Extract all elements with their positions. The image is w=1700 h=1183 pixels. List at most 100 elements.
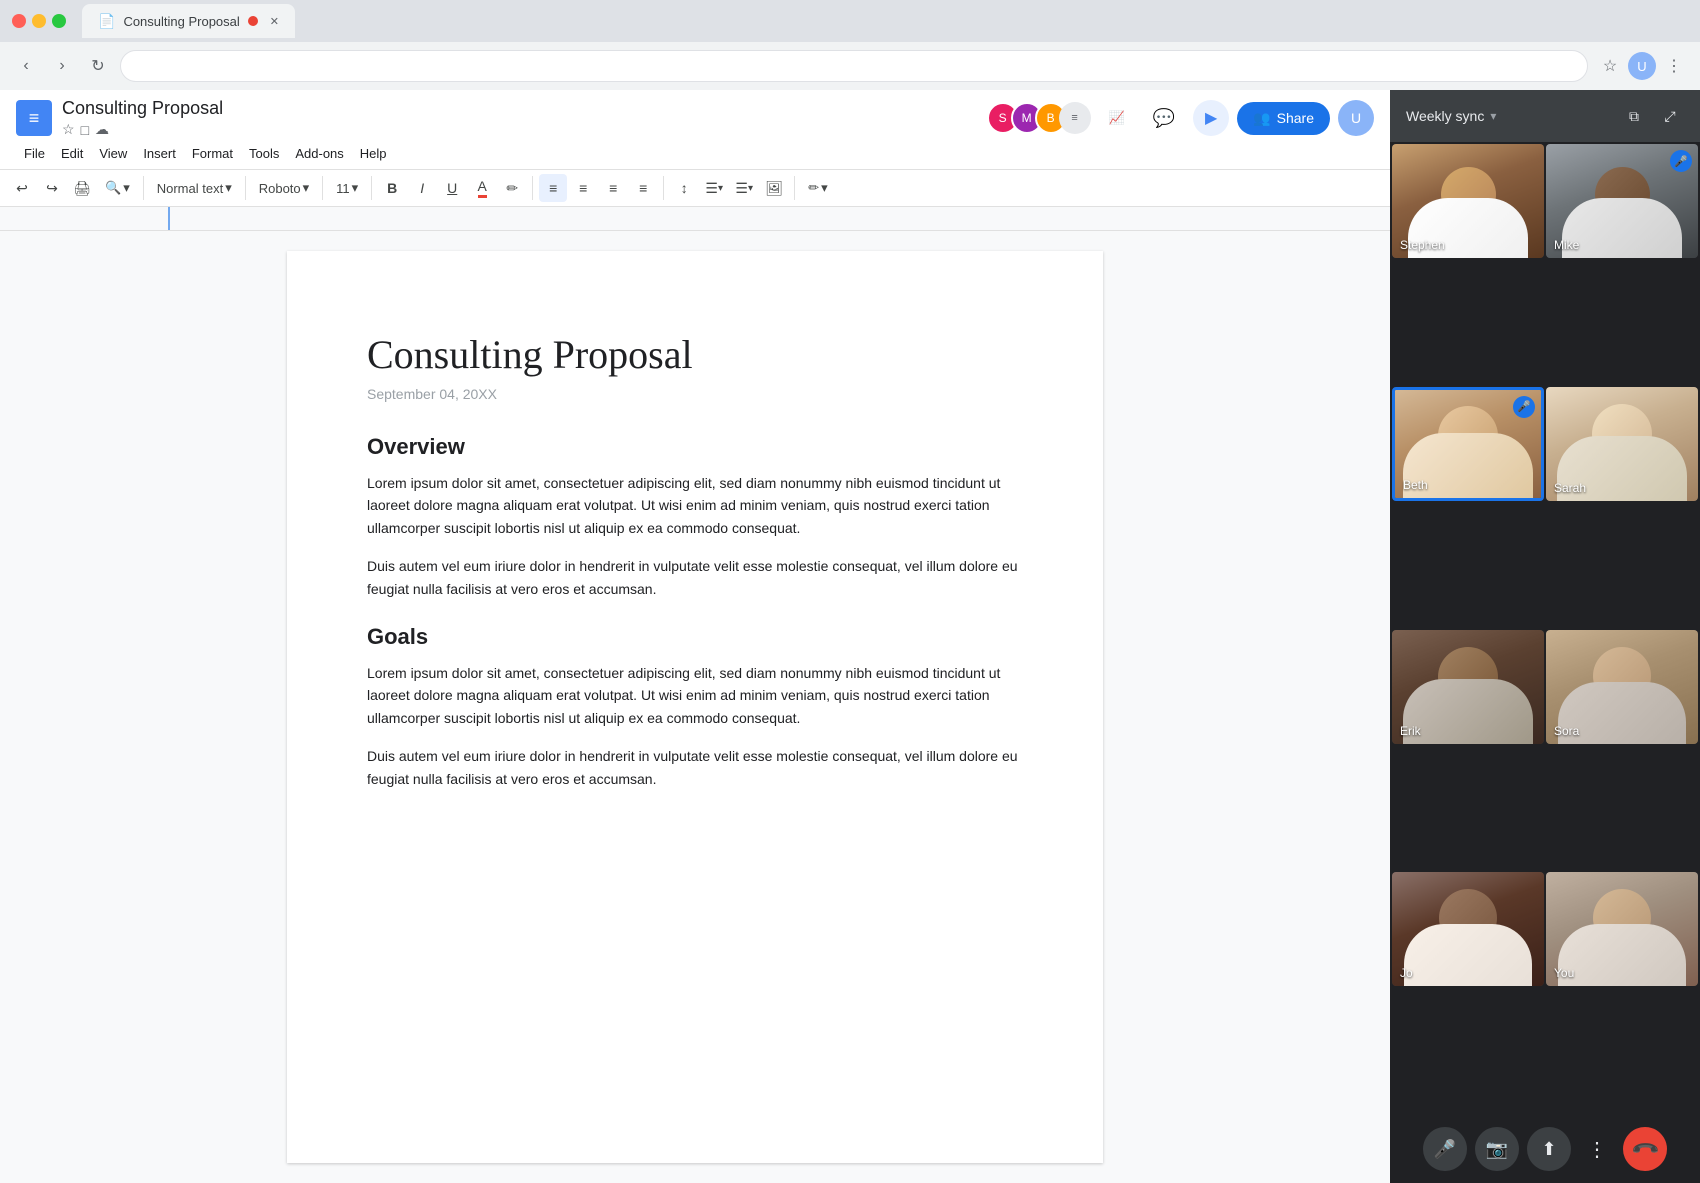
- menu-insert[interactable]: Insert: [135, 142, 184, 165]
- toolbar-separator-3: [322, 176, 323, 200]
- bullets-button[interactable]: ☰▾: [700, 174, 728, 202]
- bookmark-icon[interactable]: ☆: [1596, 52, 1624, 80]
- align-left-button[interactable]: ≡: [539, 174, 567, 202]
- menu-file[interactable]: File: [16, 142, 53, 165]
- font-dropdown[interactable]: Roboto ▾: [252, 175, 316, 201]
- menu-addons[interactable]: Add-ons: [287, 142, 351, 165]
- italic-button[interactable]: I: [408, 174, 436, 202]
- more-collaborators-button[interactable]: ≡: [1059, 102, 1091, 134]
- folder-icon[interactable]: □: [81, 122, 89, 138]
- present-button[interactable]: ⬆: [1527, 1127, 1571, 1171]
- edit-mode-arrow: ▾: [821, 180, 828, 196]
- font-size-dropdown[interactable]: 11 ▾: [329, 175, 365, 201]
- zoom-dropdown[interactable]: 🔍 ▾: [98, 175, 137, 201]
- bullets-icon: ☰: [705, 180, 718, 197]
- star-icon[interactable]: ☆: [62, 121, 75, 138]
- participant-name-sarah: Sarah: [1554, 481, 1586, 495]
- goals-paragraph-2: Duis autem vel eum iriure dolor in hendr…: [367, 745, 1023, 790]
- line-spacing-button[interactable]: ↕: [670, 174, 698, 202]
- expand-button[interactable]: ⤢: [1656, 102, 1684, 130]
- overview-section: Overview Lorem ipsum dolor sit amet, con…: [367, 434, 1023, 600]
- user-avatar-nav[interactable]: U: [1628, 52, 1656, 80]
- document-title[interactable]: Consulting Proposal: [62, 98, 223, 119]
- menu-help[interactable]: Help: [352, 142, 395, 165]
- comments-icon: 💬: [1153, 108, 1175, 129]
- camera-button[interactable]: 📷: [1475, 1127, 1519, 1171]
- video-cell-beth: Beth 🎤: [1392, 387, 1544, 501]
- meeting-name-label: Weekly sync ▾: [1406, 108, 1496, 124]
- end-call-button[interactable]: 📞: [1623, 1127, 1667, 1171]
- menu-view[interactable]: View: [91, 142, 135, 165]
- video-cell-sora: Sora: [1546, 630, 1698, 744]
- close-window-button[interactable]: [12, 14, 26, 28]
- menu-tools[interactable]: Tools: [241, 142, 287, 165]
- text-color-button[interactable]: A: [468, 174, 496, 202]
- menu-edit[interactable]: Edit: [53, 142, 91, 165]
- video-cell-erik: Erik: [1392, 630, 1544, 744]
- docs-title-left: ≡ Consulting Proposal ☆ □ ☁: [16, 98, 223, 138]
- redo-button[interactable]: ↪: [38, 174, 66, 202]
- address-bar[interactable]: [120, 50, 1588, 82]
- font-arrow: ▾: [303, 180, 310, 196]
- mike-speaking-indicator: 🎤: [1670, 150, 1692, 172]
- toolbar-separator-5: [532, 176, 533, 200]
- insert-image-button[interactable]: 🖼: [760, 174, 788, 202]
- video-cell-stephen: Stephen: [1392, 144, 1544, 258]
- docs-icon-symbol: ≡: [29, 108, 40, 129]
- share-label: Share: [1277, 110, 1314, 126]
- cloud-icon[interactable]: ☁: [95, 121, 109, 138]
- mute-icon: 🎤: [1434, 1139, 1456, 1160]
- refresh-button[interactable]: ↻: [84, 52, 112, 80]
- docs-app-icon: ≡: [16, 100, 52, 136]
- participant-name-jo: Jo: [1400, 966, 1413, 980]
- collaborators-group: S M B ≡: [987, 102, 1091, 134]
- doc-main-title: Consulting Proposal: [367, 331, 1023, 378]
- share-button[interactable]: 👥 Share: [1237, 102, 1330, 135]
- print-button[interactable]: 🖨: [68, 174, 96, 202]
- align-center-button[interactable]: ≡: [569, 174, 597, 202]
- comments-button[interactable]: 💬: [1143, 102, 1185, 135]
- back-button[interactable]: ‹: [12, 52, 40, 80]
- justify-button[interactable]: ≡: [629, 174, 657, 202]
- tab-recording-indicator: [248, 16, 258, 26]
- text-style-dropdown[interactable]: Normal text ▾: [150, 175, 239, 201]
- activity-button[interactable]: 📈: [1099, 104, 1135, 132]
- zoom-arrow: ▾: [123, 180, 130, 196]
- mute-button[interactable]: 🎤: [1423, 1127, 1467, 1171]
- toolbar-separator-4: [371, 176, 372, 200]
- align-right-button[interactable]: ≡: [599, 174, 627, 202]
- browser-menu-icon[interactable]: ⋮: [1660, 52, 1688, 80]
- browser-title-bar: 📄 Consulting Proposal ✕: [0, 0, 1700, 42]
- toolbar-separator-6: [663, 176, 664, 200]
- more-collaborators-icon: ≡: [1071, 112, 1077, 124]
- browser-tab[interactable]: 📄 Consulting Proposal ✕: [82, 4, 295, 38]
- text-style-arrow: ▾: [225, 180, 232, 196]
- zoom-value: 🔍: [105, 180, 121, 196]
- menu-format[interactable]: Format: [184, 142, 241, 165]
- video-header-actions: ⧉ ⤢: [1620, 102, 1684, 130]
- tab-close-button[interactable]: ✕: [270, 15, 279, 28]
- maximize-window-button[interactable]: [52, 14, 66, 28]
- doc-date: September 04, 20XX: [367, 386, 1023, 402]
- pip-button[interactable]: ⧉: [1620, 102, 1648, 130]
- undo-button[interactable]: ↩: [8, 174, 36, 202]
- video-call-sidebar: Weekly sync ▾ ⧉ ⤢ Stephen: [1390, 90, 1700, 1183]
- numbered-list-button[interactable]: ☰▾: [730, 174, 758, 202]
- minimize-window-button[interactable]: [32, 14, 46, 28]
- forward-button[interactable]: ›: [48, 52, 76, 80]
- meet-icon: ▶: [1205, 108, 1217, 128]
- user-avatar-header[interactable]: U: [1338, 100, 1374, 136]
- video-cell-mike: Mike 🎤: [1546, 144, 1698, 258]
- participant-name-mike: Mike: [1554, 238, 1579, 252]
- edit-mode-dropdown[interactable]: ✏ ▾: [801, 175, 834, 201]
- docs-area: ≡ Consulting Proposal ☆ □ ☁ S: [0, 90, 1390, 1183]
- more-options-button[interactable]: ⋮: [1579, 1131, 1615, 1167]
- meet-button[interactable]: ▶: [1193, 100, 1229, 136]
- bold-button[interactable]: B: [378, 174, 406, 202]
- font-size-value: 11: [336, 181, 350, 196]
- docs-content[interactable]: Consulting Proposal September 04, 20XX O…: [0, 231, 1390, 1183]
- underline-button[interactable]: U: [438, 174, 466, 202]
- highlight-color-button[interactable]: ✏: [498, 174, 526, 202]
- participant-name-you: You: [1554, 966, 1574, 980]
- nav-actions: ☆ U ⋮: [1596, 52, 1688, 80]
